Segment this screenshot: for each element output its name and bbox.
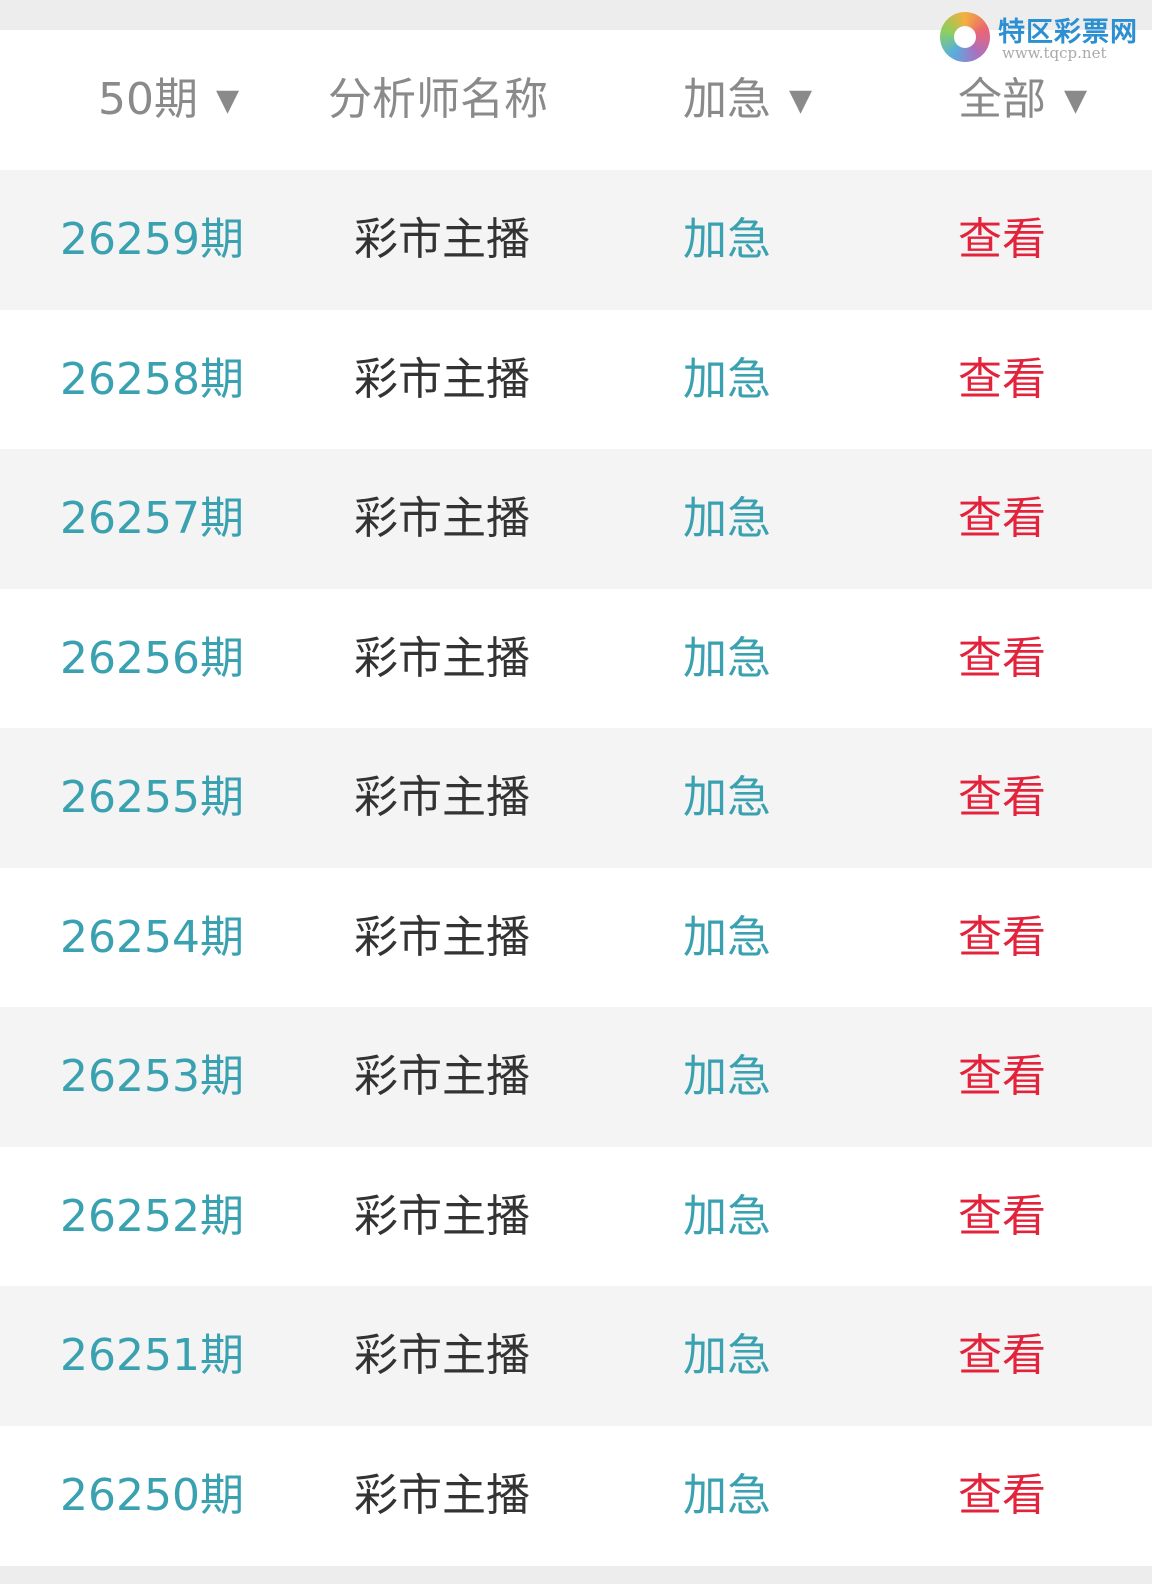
site-logo: 特区彩票网 www.tqcp.net (940, 10, 1140, 66)
view-link[interactable]: 查看 (958, 170, 1046, 310)
logo-url-text: www.tqcp.net (1002, 44, 1107, 62)
period-filter-label: 50期 (98, 74, 198, 125)
urgent-link[interactable]: 加急 (683, 449, 771, 589)
table-row: 26255期 彩市主播 加急 查看 (0, 728, 1152, 868)
analyst-name: 彩市主播 (354, 353, 530, 405)
period-link[interactable]: 26250期 (60, 1426, 244, 1566)
urgent-link[interactable]: 加急 (683, 1007, 771, 1147)
analyst-name: 彩市主播 (354, 632, 530, 684)
urgent-link[interactable]: 加急 (683, 1286, 771, 1426)
period-link[interactable]: 26252期 (60, 1147, 244, 1287)
analyst-name: 彩市主播 (354, 493, 530, 544)
table-row: 26251期 彩市主播 加急 查看 (0, 1286, 1152, 1426)
dropdown-arrow-icon: ▼ (789, 83, 813, 118)
logo-swirl-icon (940, 12, 990, 62)
analyst-name: 彩市主播 (354, 911, 530, 963)
table-row: 26258期 彩市主播 加急 查看 (0, 309, 1152, 450)
analyst-name: 彩市主播 (354, 772, 530, 823)
table-row: 26254期 彩市主播 加急 查看 (0, 867, 1152, 1008)
period-link[interactable]: 26251期 (60, 1286, 244, 1426)
urgent-filter-label: 加急 (683, 74, 771, 125)
bottom-bar (0, 1566, 1152, 1584)
analyst-name: 彩市主播 (354, 1190, 530, 1242)
view-link[interactable]: 查看 (958, 1426, 1046, 1566)
period-filter-dropdown[interactable]: 50期 ▼ (98, 30, 239, 170)
urgent-link[interactable]: 加急 (683, 170, 771, 310)
period-link[interactable]: 26253期 (60, 1007, 244, 1147)
dropdown-arrow-icon: ▼ (216, 83, 240, 118)
all-filter-label: 全部 (958, 74, 1046, 125)
table-row: 26259期 彩市主播 加急 查看 (0, 170, 1152, 310)
table-row: 26257期 彩市主播 加急 查看 (0, 449, 1152, 589)
table-body: 26259期 彩市主播 加急 查看 26258期 彩市主播 加急 查看 2625… (0, 170, 1152, 1565)
dropdown-arrow-icon: ▼ (1064, 83, 1088, 118)
urgent-link[interactable]: 加急 (683, 1147, 771, 1287)
urgent-link[interactable]: 加急 (683, 589, 771, 729)
view-link[interactable]: 查看 (958, 1147, 1046, 1287)
table-row: 26252期 彩市主播 加急 查看 (0, 1146, 1152, 1287)
analyst-name: 彩市主播 (354, 1469, 530, 1521)
table-row: 26253期 彩市主播 加急 查看 (0, 1007, 1152, 1147)
period-link[interactable]: 26255期 (60, 728, 244, 868)
period-link[interactable]: 26256期 (60, 589, 244, 729)
table-row: 26256期 彩市主播 加急 查看 (0, 588, 1152, 729)
urgent-link[interactable]: 加急 (683, 1426, 771, 1566)
view-link[interactable]: 查看 (958, 1007, 1046, 1147)
urgent-link[interactable]: 加急 (683, 728, 771, 868)
urgent-filter-dropdown[interactable]: 加急 ▼ (683, 30, 812, 170)
period-link[interactable]: 26254期 (60, 868, 244, 1008)
analyst-name-header: 分析师名称 (328, 30, 548, 170)
view-link[interactable]: 查看 (958, 449, 1046, 589)
analyst-name: 彩市主播 (354, 1330, 530, 1381)
analyst-name: 彩市主播 (354, 1051, 530, 1102)
view-link[interactable]: 查看 (958, 589, 1046, 729)
period-link[interactable]: 26257期 (60, 449, 244, 589)
table-row: 26250期 彩市主播 加急 查看 (0, 1425, 1152, 1566)
view-link[interactable]: 查看 (958, 310, 1046, 450)
period-link[interactable]: 26259期 (60, 170, 244, 310)
view-link[interactable]: 查看 (958, 1286, 1046, 1426)
analyst-name: 彩市主播 (354, 214, 530, 265)
period-link[interactable]: 26258期 (60, 310, 244, 450)
urgent-link[interactable]: 加急 (683, 868, 771, 1008)
view-link[interactable]: 查看 (958, 868, 1046, 1008)
urgent-link[interactable]: 加急 (683, 310, 771, 450)
view-link[interactable]: 查看 (958, 728, 1046, 868)
analyst-name-label: 分析师名称 (328, 74, 548, 125)
